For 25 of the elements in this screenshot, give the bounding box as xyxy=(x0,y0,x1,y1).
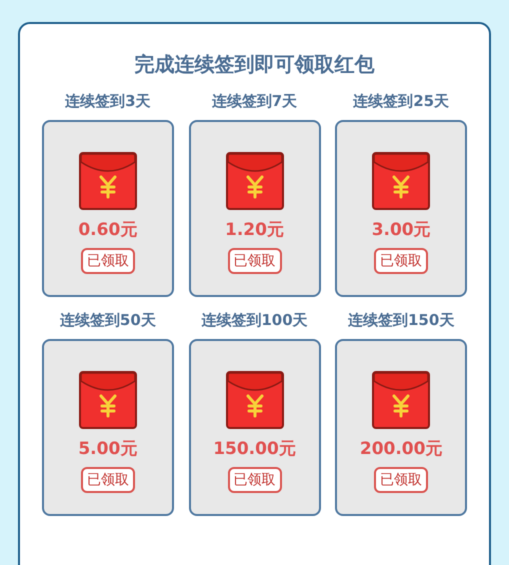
envelope-icon xyxy=(226,152,284,210)
reward-amount: 1.20元 xyxy=(225,219,284,242)
streak-label: 连续签到150天 xyxy=(348,310,454,331)
streak-label: 连续签到3天 xyxy=(65,91,151,112)
envelope-icon xyxy=(226,371,284,429)
reward-amount: 5.00元 xyxy=(78,438,138,461)
envelope-icon xyxy=(78,152,137,210)
claim-button[interactable]: 已领取 xyxy=(228,467,282,493)
claim-button[interactable]: 已领取 xyxy=(80,248,135,274)
streak-label: 连续签到100天 xyxy=(201,310,308,331)
reward-amount: 200.00元 xyxy=(360,438,442,461)
reward-amount: 150.00元 xyxy=(213,438,296,461)
reward-amount: 3.00元 xyxy=(372,219,431,242)
claim-button[interactable]: 已领取 xyxy=(80,467,135,493)
envelope-icon xyxy=(372,152,430,210)
streak-label: 连续签到50天 xyxy=(60,310,156,331)
streak-label: 连续签到7天 xyxy=(212,91,298,112)
streak-label: 连续签到25天 xyxy=(353,91,450,112)
envelope-icon xyxy=(78,371,137,429)
claim-button[interactable]: 已领取 xyxy=(374,248,428,274)
reward-amount: 0.60元 xyxy=(78,219,138,242)
panel-title: 完成连续签到即可领取红包 xyxy=(134,51,376,78)
envelope-icon xyxy=(372,371,430,429)
claim-button[interactable]: 已领取 xyxy=(374,467,428,493)
claim-button[interactable]: 已领取 xyxy=(228,248,282,274)
